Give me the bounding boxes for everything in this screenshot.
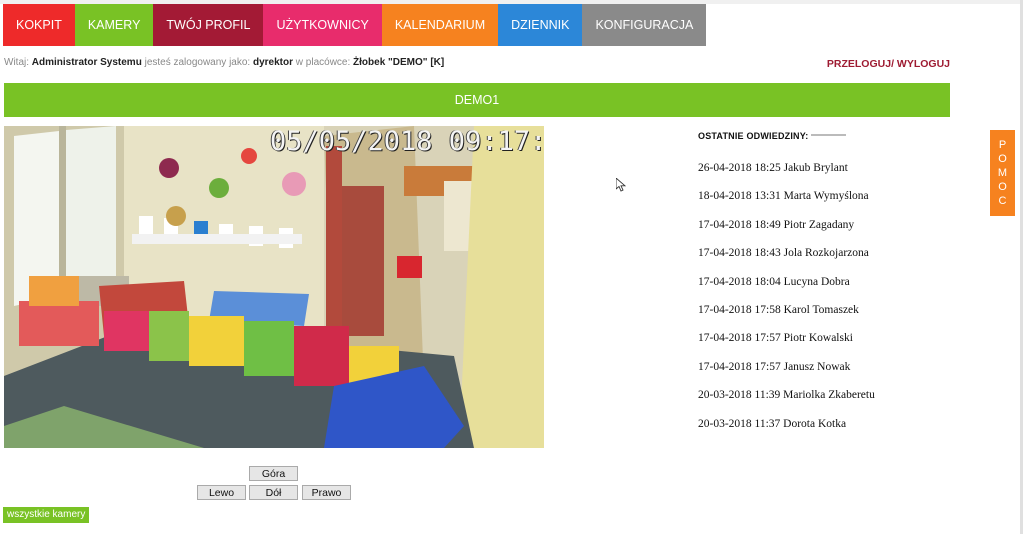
list-item: 18-04-2018 13:31 Marta Wymyślona	[698, 190, 869, 203]
welcome-place: Żłobek "DEMO" [K]	[353, 57, 445, 68]
camera-image	[4, 126, 544, 448]
list-item: 17-04-2018 17:57 Janusz Nowak	[698, 360, 851, 373]
mouse-cursor-icon	[616, 178, 626, 192]
list-item: 20-03-2018 11:39 Mariolka Zkaberetu	[698, 389, 875, 402]
list-item: 17-04-2018 18:04 Lucyna Dobra	[698, 275, 850, 288]
help-letter: C	[998, 195, 1007, 207]
ptz-right-button[interactable]: Prawo	[302, 485, 351, 500]
nav-dziennik[interactable]: DZIENNIK	[498, 4, 583, 46]
nav-konfiguracja[interactable]: KONFIGURACJA	[582, 4, 707, 46]
recent-visits-title: OSTATNIE ODWIEDZINY:	[698, 131, 809, 141]
welcome-mid1: jesteś zalogowany jako:	[144, 57, 251, 68]
list-item: 26-04-2018 18:25 Jakub Brylant	[698, 162, 848, 174]
help-letter: P	[998, 139, 1007, 151]
nav-uzytkownicy[interactable]: UŻYTKOWNICY	[263, 4, 382, 46]
welcome-mid2: w placówce:	[295, 57, 351, 68]
help-letter: O	[998, 181, 1007, 193]
welcome-role: dyrektor	[253, 57, 294, 68]
all-cameras-button[interactable]: wszystkie kamery	[3, 507, 90, 523]
nav-kalendarium[interactable]: KALENDARIUM	[381, 4, 499, 46]
welcome-line: Witaj: Administrator Systemu jesteś zalo…	[4, 57, 444, 68]
nav-twoj-profil[interactable]: TWÓJ PROFIL	[153, 4, 264, 46]
ptz-left-button[interactable]: Lewo	[197, 485, 246, 500]
list-item: 17-04-2018 17:57 Piotr Kowalski	[698, 332, 853, 345]
nav-kokpit[interactable]: KOKPIT	[3, 4, 75, 46]
camera-title-banner: DEMO1	[4, 83, 950, 117]
visit-list: 26-04-2018 18:25 Jakub Brylant 18-04-201…	[698, 154, 958, 438]
ptz-up-button[interactable]: Góra	[249, 466, 298, 481]
logout-link[interactable]: WYLOGUJ	[897, 58, 950, 70]
nav-kamery[interactable]: KAMERY	[74, 4, 154, 46]
welcome-user: Administrator Systemu	[31, 57, 142, 68]
list-item: 17-04-2018 17:58 Karol Tomaszek	[698, 303, 859, 316]
ptz-down-button[interactable]: Dół	[249, 485, 298, 500]
main-nav: KOKPIT KAMERY TWÓJ PROFIL UŻYTKOWNICY KA…	[3, 4, 707, 46]
help-letter: M	[997, 167, 1008, 179]
camera-timestamp: 05/05/2018 09:17:37	[270, 126, 544, 157]
list-item: 20-03-2018 11:37 Dorota Kotka	[698, 417, 847, 430]
auth-separator: /	[891, 58, 894, 70]
help-tab[interactable]: P O M O C	[990, 130, 1015, 216]
list-item: 17-04-2018 18:43 Jola Rozkojarzona	[698, 247, 869, 260]
help-letter: O	[998, 153, 1007, 165]
welcome-prefix: Witaj:	[4, 57, 29, 68]
camera-feed: 05/05/2018 09:17:37	[4, 126, 544, 448]
relogin-link[interactable]: PRZELOGUJ	[827, 58, 891, 70]
title-underline	[810, 133, 846, 136]
recent-visits-panel: OSTATNIE ODWIEDZINY: 26-04-2018 18:25 Ja…	[698, 126, 958, 438]
auth-links: PRZELOGUJ/ WYLOGUJ	[827, 58, 950, 70]
list-item: 17-04-2018 18:49 Piotr Zagadany	[698, 218, 855, 231]
